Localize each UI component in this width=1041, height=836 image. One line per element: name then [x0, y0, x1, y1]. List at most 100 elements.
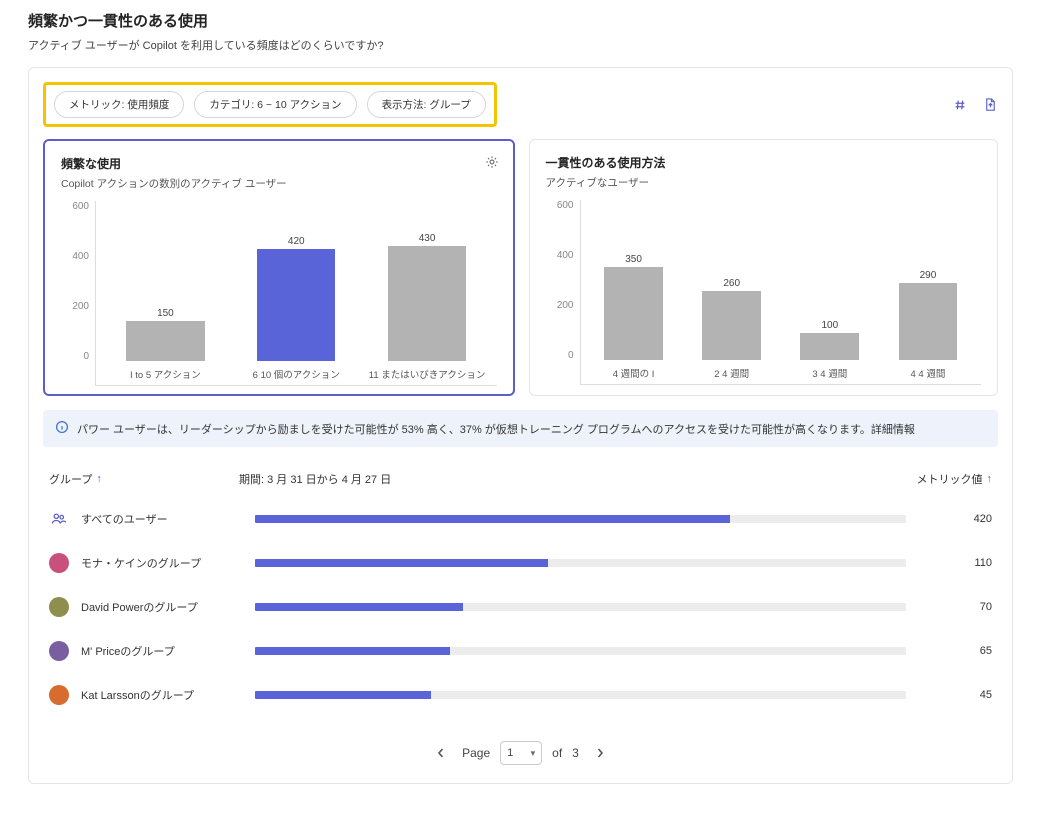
row-value: 45: [922, 689, 992, 701]
row-bar-track: [255, 603, 906, 611]
row-bar-fill: [255, 515, 730, 523]
bar-value-label: 100: [821, 320, 838, 331]
avatar: [49, 553, 69, 573]
y-tick: 200: [72, 301, 89, 312]
category-label: 3 4 週間: [812, 366, 847, 384]
page-prev-button[interactable]: [430, 742, 452, 764]
bar-value-label: 150: [157, 308, 174, 319]
avatar: [49, 641, 69, 661]
y-tick: 0: [83, 351, 89, 362]
sort-asc-icon: ↑: [987, 473, 993, 485]
row-bar-fill: [255, 647, 450, 655]
row-bar-track: [255, 691, 906, 699]
page-title: 頻繁かつ一貫性のある使用: [28, 10, 1013, 31]
avatar: [49, 685, 69, 705]
bar: [257, 249, 335, 361]
bar-group: 430 11 またはいびきアクション: [362, 201, 493, 385]
row-name: David Powerのグループ: [81, 599, 198, 615]
bar-value-label: 290: [920, 270, 937, 281]
row-value: 65: [922, 645, 992, 657]
table-row[interactable]: M' Priceのグループ 65: [43, 629, 998, 673]
people-icon: [49, 509, 69, 529]
bar-group: 100 3 4 週間: [781, 200, 879, 384]
row-value: 110: [922, 557, 992, 569]
bar: [800, 333, 859, 360]
gear-icon[interactable]: [485, 155, 499, 172]
chevron-down-icon: ▾: [531, 748, 536, 759]
chart1-title: 頻繁な使用: [61, 155, 497, 172]
filter-metric-pill[interactable]: メトリック: 使用頻度: [54, 91, 184, 118]
bar-group: 290 4 4 週間: [879, 200, 977, 384]
bar-value-label: 420: [288, 236, 305, 247]
chart2-subtitle: アクティブなユーザー: [546, 175, 982, 190]
table-body: すべてのユーザー 420 モナ・ケインのグループ 110 David Powerのグルー…: [43, 497, 998, 717]
bar-value-label: 430: [419, 233, 436, 244]
row-bar-track: [255, 647, 906, 655]
page-of-label: of: [552, 746, 562, 760]
page-total: 3: [572, 746, 579, 760]
table-row[interactable]: すべてのユーザー 420: [43, 497, 998, 541]
page-label: Page: [462, 746, 490, 760]
table-row[interactable]: モナ・ケインのグループ 110: [43, 541, 998, 585]
row-value: 420: [922, 513, 992, 525]
filter-category-pill[interactable]: カテゴリ: 6 ~ 10 アクション: [194, 91, 356, 118]
export-icon[interactable]: [982, 97, 998, 113]
col-header-group[interactable]: グループ ↑: [49, 471, 239, 487]
chart-card-consistency[interactable]: 一貫性のある使用方法 アクティブなユーザー 600 400 200 0 350 4 週間…: [529, 139, 999, 396]
bar: [126, 321, 204, 361]
filter-display-pill[interactable]: 表示方法: グループ: [367, 91, 486, 118]
row-name: Kat Larssonのグループ: [81, 687, 194, 703]
y-tick: 600: [557, 200, 574, 211]
bar-group: 350 4 週間の I: [585, 200, 683, 384]
col-header-period: 期間: 3 月 31 日から 4 月 27 日: [239, 471, 882, 487]
pagination: Page 1 ▾ of 3: [43, 741, 998, 765]
hash-icon[interactable]: [952, 97, 968, 113]
col-header-metric[interactable]: メトリック値 ↑: [882, 471, 992, 487]
y-tick: 400: [72, 251, 89, 262]
row-name: モナ・ケインのグループ: [81, 555, 201, 571]
category-label: 2 4 週間: [714, 366, 749, 384]
y-tick: 400: [557, 250, 574, 261]
bar-group: 420 6 10 個のアクション: [231, 201, 362, 385]
chart1-subtitle: Copilot アクションの数別のアクティブ ユーザー: [61, 176, 497, 191]
row-bar-fill: [255, 691, 431, 699]
row-bar-fill: [255, 559, 548, 567]
table-row[interactable]: Kat Larssonのグループ 45: [43, 673, 998, 717]
row-name: M' Priceのグループ: [81, 643, 175, 659]
bar: [604, 267, 663, 360]
bar-value-label: 350: [625, 254, 642, 265]
row-bar-fill: [255, 603, 463, 611]
row-name: すべてのユーザー: [81, 511, 168, 527]
row-bar-track: [255, 515, 906, 523]
category-label: 4 週間の I: [613, 366, 655, 384]
dashboard-card: メトリック: 使用頻度 カテゴリ: 6 ~ 10 アクション 表示方法: グルー…: [28, 67, 1013, 784]
bar-group: 150 I to 5 アクション: [100, 201, 231, 385]
table-header: グループ ↑ 期間: 3 月 31 日から 4 月 27 日 メトリック値 ↑: [43, 471, 998, 497]
page-subtitle: アクティブ ユーザーが Copilot を利用している頻度はどのくらいですか?: [28, 37, 1013, 53]
category-label: I to 5 アクション: [130, 367, 201, 385]
category-label: 4 4 週間: [911, 366, 946, 384]
page-number-select[interactable]: 1 ▾: [500, 741, 542, 765]
page-next-button[interactable]: [589, 742, 611, 764]
table-row[interactable]: David Powerのグループ 70: [43, 585, 998, 629]
bar: [388, 246, 466, 361]
row-value: 70: [922, 601, 992, 613]
chart1-body: 6004002000 150I to 5 アクション4206 10 個のアクショ…: [61, 201, 497, 386]
avatar: [49, 597, 69, 617]
bar: [702, 291, 761, 360]
info-text: パワー ユーザーは、リーダーシップから励ましを受けた可能性が 53% 高く、37…: [77, 421, 915, 437]
bar: [899, 283, 958, 360]
y-tick: 0: [568, 350, 574, 361]
row-bar-track: [255, 559, 906, 567]
info-banner: パワー ユーザーは、リーダーシップから励ましを受けた可能性が 53% 高く、37…: [43, 410, 998, 447]
category-label: 11 またはいびきアクション: [369, 367, 486, 385]
chart2-body: 600 400 200 0 350 4 週間の I 2602 4 週間 100 3 4 週間 2…: [546, 200, 982, 385]
info-icon: [55, 420, 69, 437]
filter-group-highlight: メトリック: 使用頻度 カテゴリ: 6 ~ 10 アクション 表示方法: グルー…: [43, 82, 497, 127]
category-label: 6 10 個のアクション: [253, 367, 340, 385]
sort-asc-icon: ↑: [96, 473, 102, 485]
chart-card-frequency[interactable]: 頻繁な使用 Copilot アクションの数別のアクティブ ユーザー 600400…: [43, 139, 515, 396]
chart2-title: 一貫性のある使用方法: [546, 154, 982, 171]
bar-group: 2602 4 週間: [683, 200, 781, 384]
y-tick: 200: [557, 300, 574, 311]
